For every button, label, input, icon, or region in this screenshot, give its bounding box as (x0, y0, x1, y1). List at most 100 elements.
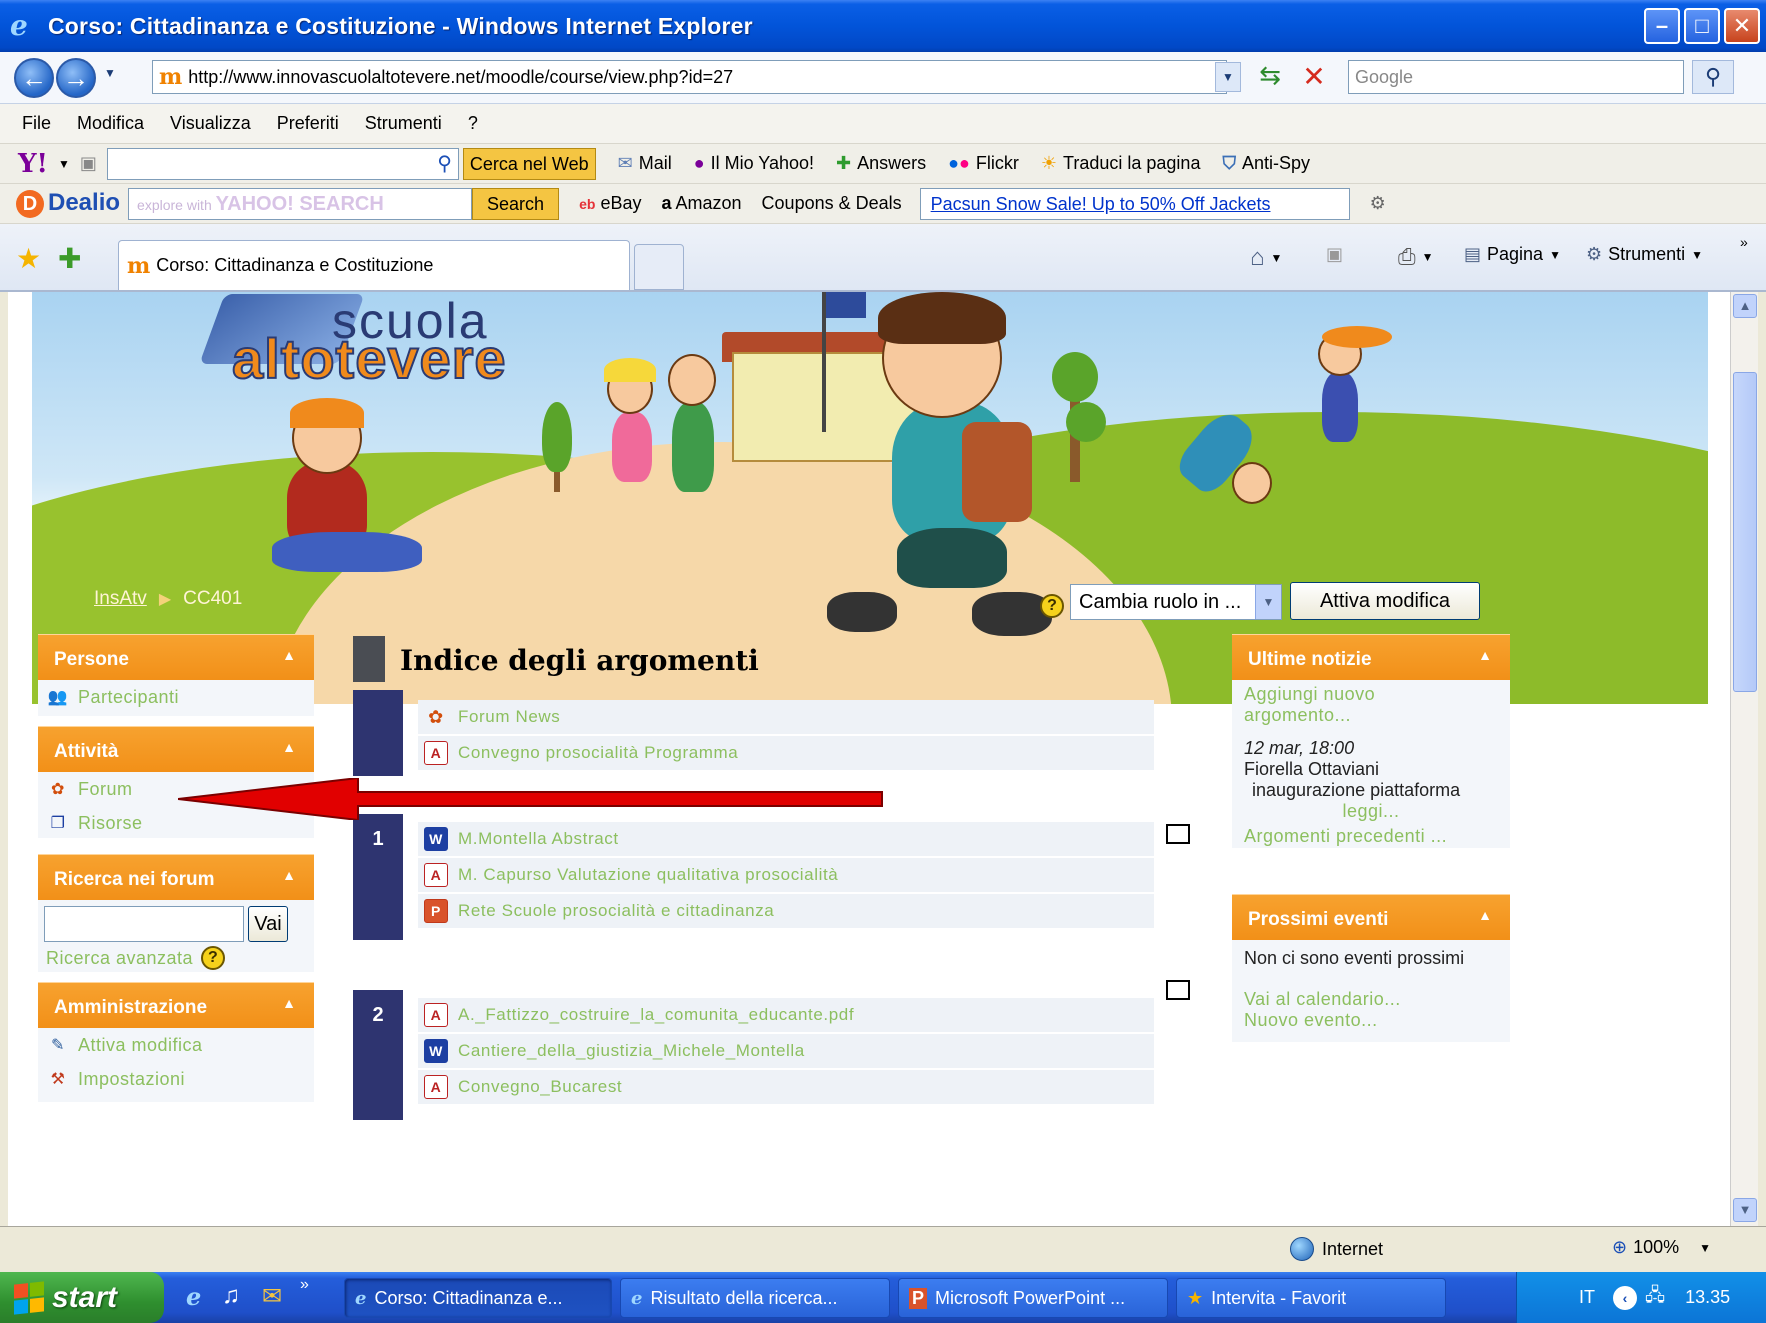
network-icon[interactable]: 🖧 (1645, 1283, 1665, 1313)
menu-modifica[interactable]: Modifica (77, 113, 144, 134)
ie-quicklaunch-icon[interactable]: e (186, 1282, 201, 1311)
back-button[interactable]: ← (14, 58, 54, 98)
dealio-logo[interactable]: D Dealio (16, 189, 120, 218)
yahoo-logo-icon[interactable]: Y! (18, 149, 48, 179)
dealio-search-input[interactable]: explore with YAHOO! SEARCH (128, 187, 473, 220)
chevron-more-icon[interactable]: » (300, 1276, 309, 1294)
breadcrumb-home-link[interactable]: InsAtv (94, 588, 147, 610)
dealio-search-button[interactable]: Search (472, 187, 560, 220)
calendar-link[interactable]: Vai al calendario... (1244, 989, 1498, 1010)
promo-link[interactable]: Pacsun Snow Sale! Up to 50% Off Jackets (919, 187, 1350, 220)
collapse-icon[interactable]: ▲ (282, 867, 296, 883)
home-icon[interactable]: ⌂ ▼ (1250, 244, 1282, 272)
menu-file[interactable]: File (22, 113, 51, 134)
add-topic-link[interactable]: Aggiungi nuovo argomento... (1244, 684, 1498, 726)
vertical-scrollbar[interactable]: ▲ ▼ (1730, 292, 1758, 1226)
favorites-star-icon[interactable]: ★ (16, 242, 41, 275)
edit-on-link[interactable]: ✎ Attiva modifica (38, 1028, 314, 1062)
yahoo-mail-link[interactable]: ✉ Mail (618, 153, 672, 174)
resource-row[interactable]: W M.Montella Abstract (418, 822, 1154, 856)
read-more-link[interactable]: leggi... (1244, 801, 1498, 822)
tools-menu[interactable]: ⚙ Strumenti ▼ (1586, 244, 1703, 265)
task-powerpoint[interactable]: P Microsoft PowerPoint ... (898, 1278, 1168, 1318)
dealio-toolbar: D Dealio explore with YAHOO! SEARCH Searc… (0, 184, 1766, 224)
yahoo-translate-link[interactable]: ☀ Traduci la pagina (1041, 153, 1201, 174)
yahoo-search-button[interactable]: Cerca nel Web (462, 147, 596, 180)
help-icon[interactable]: ? (1040, 594, 1064, 618)
participants-link[interactable]: 👥 Partecipanti (38, 680, 314, 714)
yahoo-menu-dropdown-icon[interactable]: ▼ (58, 157, 70, 171)
add-favorite-icon[interactable]: ✚ (58, 242, 81, 275)
resource-row[interactable]: ✿ Forum News (418, 700, 1154, 734)
url-input[interactable]: m http://www.innovascuolaltotevere.net/m… (152, 60, 1227, 94)
outlook-quicklaunch-icon[interactable]: ✉ (262, 1282, 282, 1311)
print-icon[interactable]: ⎙ ▼ (1398, 244, 1434, 270)
amazon-link[interactable]: a Amazon (661, 193, 741, 214)
collapse-icon[interactable]: ▲ (1478, 907, 1492, 923)
scroll-down-icon[interactable]: ▼ (1733, 1198, 1757, 1222)
history-dropdown-icon[interactable]: ▼ (104, 66, 116, 80)
news-author: Fiorella Ottaviani (1244, 759, 1380, 779)
resource-row[interactable]: W Cantiere_della_giustizia_Michele_Montel… (418, 1034, 1154, 1068)
resource-row[interactable]: P Rete Scuole prosocialità e cittadinanza (418, 894, 1154, 928)
chevron-more-icon[interactable]: » (1740, 234, 1748, 250)
menu-bar: File Modifica Visualizza Preferiti Strum… (0, 104, 1766, 144)
page-menu[interactable]: ▤ Pagina ▼ (1464, 244, 1561, 265)
menu-visualizza[interactable]: Visualizza (170, 113, 251, 134)
collapse-icon[interactable]: ▲ (282, 647, 296, 663)
settings-gear-icon[interactable]: ⚙ (1370, 193, 1386, 214)
forum-search-input[interactable] (44, 906, 244, 942)
task-ie-course[interactable]: e Corso: Cittadinanza e... (344, 1278, 612, 1318)
advanced-search-link[interactable]: Ricerca avanzata? (38, 942, 314, 976)
scroll-up-icon[interactable]: ▲ (1733, 294, 1757, 318)
highlight-section-checkbox[interactable] (1166, 980, 1190, 1000)
ebay-link[interactable]: eb eBay (579, 193, 641, 214)
language-indicator[interactable]: IT (1579, 1287, 1595, 1308)
collapse-icon[interactable]: ▲ (282, 739, 296, 755)
maximize-button[interactable]: □ (1684, 8, 1720, 44)
resource-row[interactable]: A M. Capurso Valutazione qualitativa pros… (418, 858, 1154, 892)
minimize-button[interactable]: – (1644, 8, 1680, 44)
stop-icon[interactable]: ✕ (1296, 60, 1332, 94)
menu-preferiti[interactable]: Preferiti (277, 113, 339, 134)
older-topics-link[interactable]: Argomenti precedenti ... (1244, 826, 1498, 847)
refresh-icon[interactable]: ⇆ (1252, 60, 1288, 94)
collapse-icon[interactable]: ▲ (1478, 647, 1492, 663)
collapse-icon[interactable]: ▲ (282, 995, 296, 1011)
yahoo-antispy-link[interactable]: ⛉ Anti-Spy (1222, 153, 1310, 174)
role-select[interactable]: Cambia ruolo in ... ▼ (1070, 584, 1282, 620)
highlight-section-checkbox[interactable] (1166, 824, 1190, 844)
search-input[interactable]: Google (1348, 60, 1684, 94)
coupons-link[interactable]: Coupons & Deals (762, 193, 902, 214)
media-quicklaunch-icon[interactable]: ♫ (222, 1282, 240, 1310)
yahoo-search-input[interactable]: ⚲ (106, 147, 459, 180)
yahoo-my-link[interactable]: ● Il Mio Yahoo! (694, 153, 814, 174)
start-button[interactable]: start (0, 1272, 164, 1323)
forum-search-button[interactable]: Vai (248, 906, 288, 942)
resource-row[interactable]: A Convegno prosocialità Programma (418, 736, 1154, 770)
task-favorites[interactable]: ★ Intervita - Favorit (1176, 1278, 1446, 1318)
resource-row[interactable]: A A._Fattizzo_costruire_la_comunita_educa… (418, 998, 1154, 1032)
yahoo-flickr-link[interactable]: ●● Flickr (948, 153, 1019, 174)
menu-help[interactable]: ? (468, 113, 478, 134)
resource-row[interactable]: A Convegno_Bucarest (418, 1070, 1154, 1104)
search-icon[interactable]: ⚲ (1692, 60, 1734, 94)
new-tab-button[interactable] (634, 244, 684, 290)
close-button[interactable]: ✕ (1724, 8, 1760, 44)
help-icon[interactable]: ? (201, 946, 226, 970)
edit-mode-button[interactable]: Attiva modifica (1290, 582, 1480, 620)
feeds-icon[interactable]: ▣ (1326, 244, 1343, 265)
yahoo-answers-link[interactable]: ✚ Answers (836, 153, 926, 174)
tab-current[interactable]: m Corso: Cittadinanza e Costituzione (118, 240, 630, 290)
forward-button[interactable]: → (56, 58, 96, 98)
settings-link[interactable]: ⚒ Impostazioni (38, 1062, 314, 1096)
task-ie-search[interactable]: e Risultato della ricerca... (620, 1278, 890, 1318)
show-hidden-icons-icon[interactable]: ‹ (1613, 1285, 1637, 1310)
pencil-icon[interactable]: ▣ (80, 153, 97, 174)
new-event-link[interactable]: Nuovo evento... (1244, 1010, 1498, 1031)
pdf-icon: A (424, 1003, 448, 1027)
url-dropdown-button[interactable]: ▼ (1215, 62, 1241, 92)
zoom-control[interactable]: ⊕ 100% ▼ (1612, 1237, 1711, 1258)
scrollbar-thumb[interactable] (1733, 372, 1757, 692)
menu-strumenti[interactable]: Strumenti (365, 113, 442, 134)
